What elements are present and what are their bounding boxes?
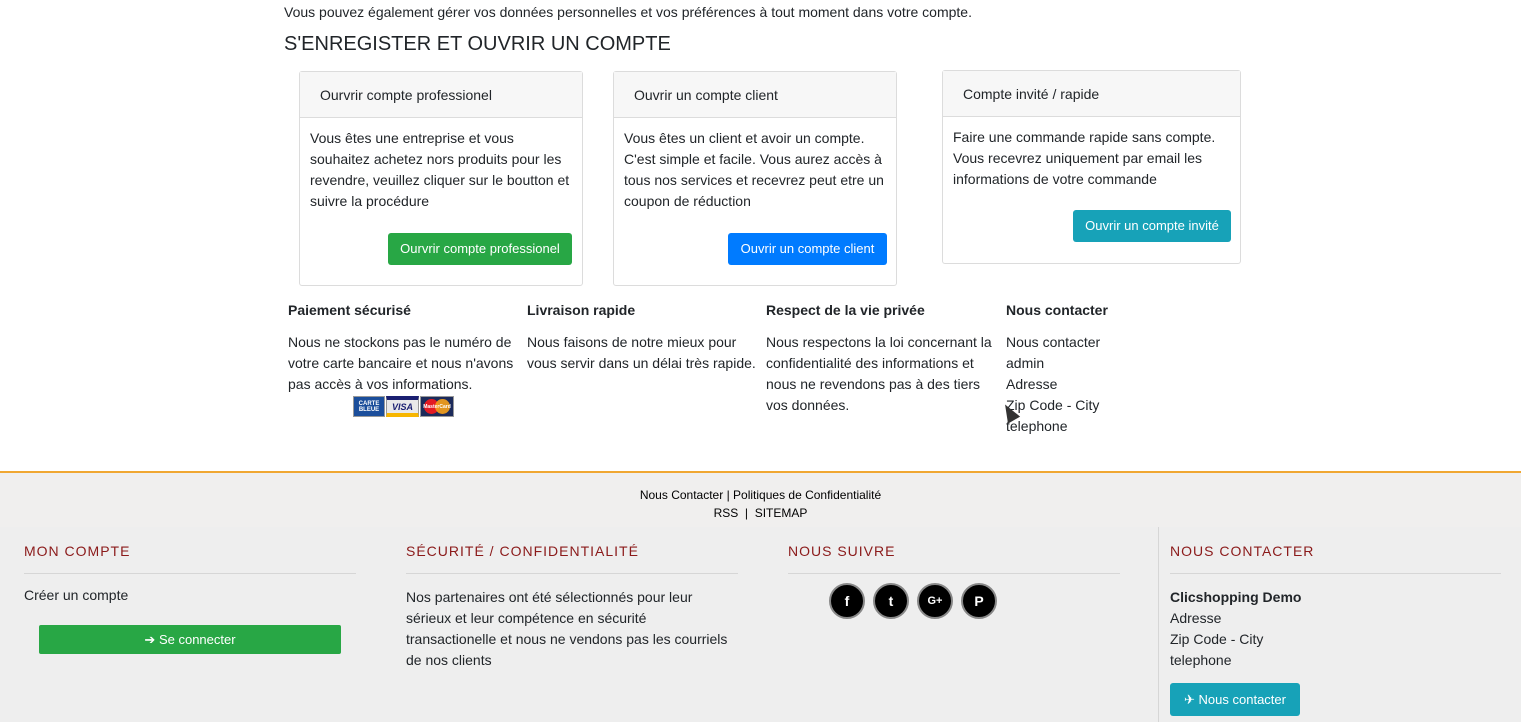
footer-security-column: SÉCURITÉ / CONFIDENTIALITÉ Nos partenair… [406,527,738,722]
login-button-label: Se connecter [158,632,236,647]
card-header: Compte invité / rapide [943,71,1240,117]
footer-sitemap-link[interactable]: SITEMAP [755,506,808,520]
card-professional: Ourvrir compte professionel Vous êtes un… [299,71,583,286]
contact-phone: telephone [1170,652,1232,668]
footer-contact-link[interactable]: Nous Contacter [640,488,723,502]
footer-heading: MON COMPTE [24,543,356,574]
intro-text: Vous pouvez également gérer vos données … [284,4,972,20]
section-title: S'ENREGISTER ET OUVRIR UN COMPTE [284,33,671,55]
twitter-icon[interactable]: t [873,583,909,619]
contact-line: Nous contacter [1006,334,1101,350]
footer-follow-column: NOUS SUIVRE f t G+ P [788,527,1120,722]
visa-logo: VISA [386,396,419,417]
info-title: Paiement sécurisé [288,302,411,318]
open-professional-account-button[interactable]: Ourvrir compte professionel [388,233,572,265]
open-guest-account-button[interactable]: Ouvrir un compte invité [1073,210,1231,242]
mastercard-logo: MasterCard [420,396,454,417]
info-title: Nous contacter [1006,302,1108,318]
contact-address: Adresse [1170,610,1222,626]
info-delivery: Livraison rapide Nous faisons de notre m… [527,302,757,374]
create-account-link[interactable]: Créer un compte [24,587,356,603]
open-client-account-button[interactable]: Ouvrir un compte client [728,233,887,265]
info-text: Nous ne stockons pas le numéro de votre … [288,334,514,392]
info-privacy: Respect de la vie privée Nous respectons… [766,302,996,416]
google-plus-icon[interactable]: G+ [917,583,953,619]
contact-line: Zip Code - City [1006,397,1100,413]
contact-line: admin [1006,355,1045,371]
paper-plane-icon: ✈ [1184,692,1195,707]
contact-button-label: Nous contacter [1198,692,1286,707]
carte-bleue-logo: CARTE BLEUE [353,396,385,417]
company-name: Clicshopping Demo [1170,589,1302,605]
info-payment: Paiement sécurisé Nous ne stockons pas l… [288,302,518,395]
footer-divider [1158,527,1159,722]
card-guest: Compte invité / rapide Faire une command… [942,70,1241,264]
info-title: Respect de la vie privée [766,302,925,318]
footer-contact-column: NOUS CONTACTER Clicshopping Demo Adresse… [1170,527,1501,722]
info-contact: Nous contacter Nous contacter admin Adre… [1006,302,1236,437]
footer-separator: | [726,488,730,502]
footer-heading: NOUS SUIVRE [788,543,1120,574]
footer-rss-link[interactable]: RSS [714,506,739,520]
login-button[interactable]: ➔ Se connecter [39,625,341,654]
security-text: Nos partenaires ont été sélectionnés pou… [406,589,728,668]
contact-city: Zip Code - City [1170,631,1264,647]
sign-in-icon: ➔ [144,632,156,647]
social-icons: f t G+ P [829,583,997,619]
contact-line: Adresse [1006,376,1058,392]
footer-heading: NOUS CONTACTER [1170,543,1501,574]
footer-account-column: MON COMPTE Créer un compte ➔ Se connecte… [24,527,356,722]
contact-us-button[interactable]: ✈ Nous contacter [1170,683,1300,716]
footer-main: MON COMPTE Créer un compte ➔ Se connecte… [0,527,1521,722]
footer-heading: SÉCURITÉ / CONFIDENTIALITÉ [406,543,738,574]
footer-link-bar: Nous Contacter | Politiques de Confident… [0,471,1521,527]
card-body: Faire une commande rapide sans compte. V… [953,129,1216,187]
card-header: Ourvrir compte professionel [300,72,582,118]
info-text: Nous respectons la loi concernant la con… [766,334,992,413]
info-title: Livraison rapide [527,302,636,318]
payment-logos: CARTE BLEUE VISA MasterCard [353,396,454,417]
info-text: Nous faisons de notre mieux pour vous se… [527,334,756,371]
contact-line: telephone [1006,418,1068,434]
card-body: Vous êtes un client et avoir un compte. … [624,130,884,209]
card-client: Ouvrir un compte client Vous êtes un cli… [613,71,897,286]
facebook-icon[interactable]: f [829,583,865,619]
card-body: Vous êtes une entreprise et vous souhait… [310,130,570,209]
card-header: Ouvrir un compte client [614,72,896,118]
pinterest-icon[interactable]: P [961,583,997,619]
footer-privacy-link[interactable]: Politiques de Confidentialité [733,488,881,502]
